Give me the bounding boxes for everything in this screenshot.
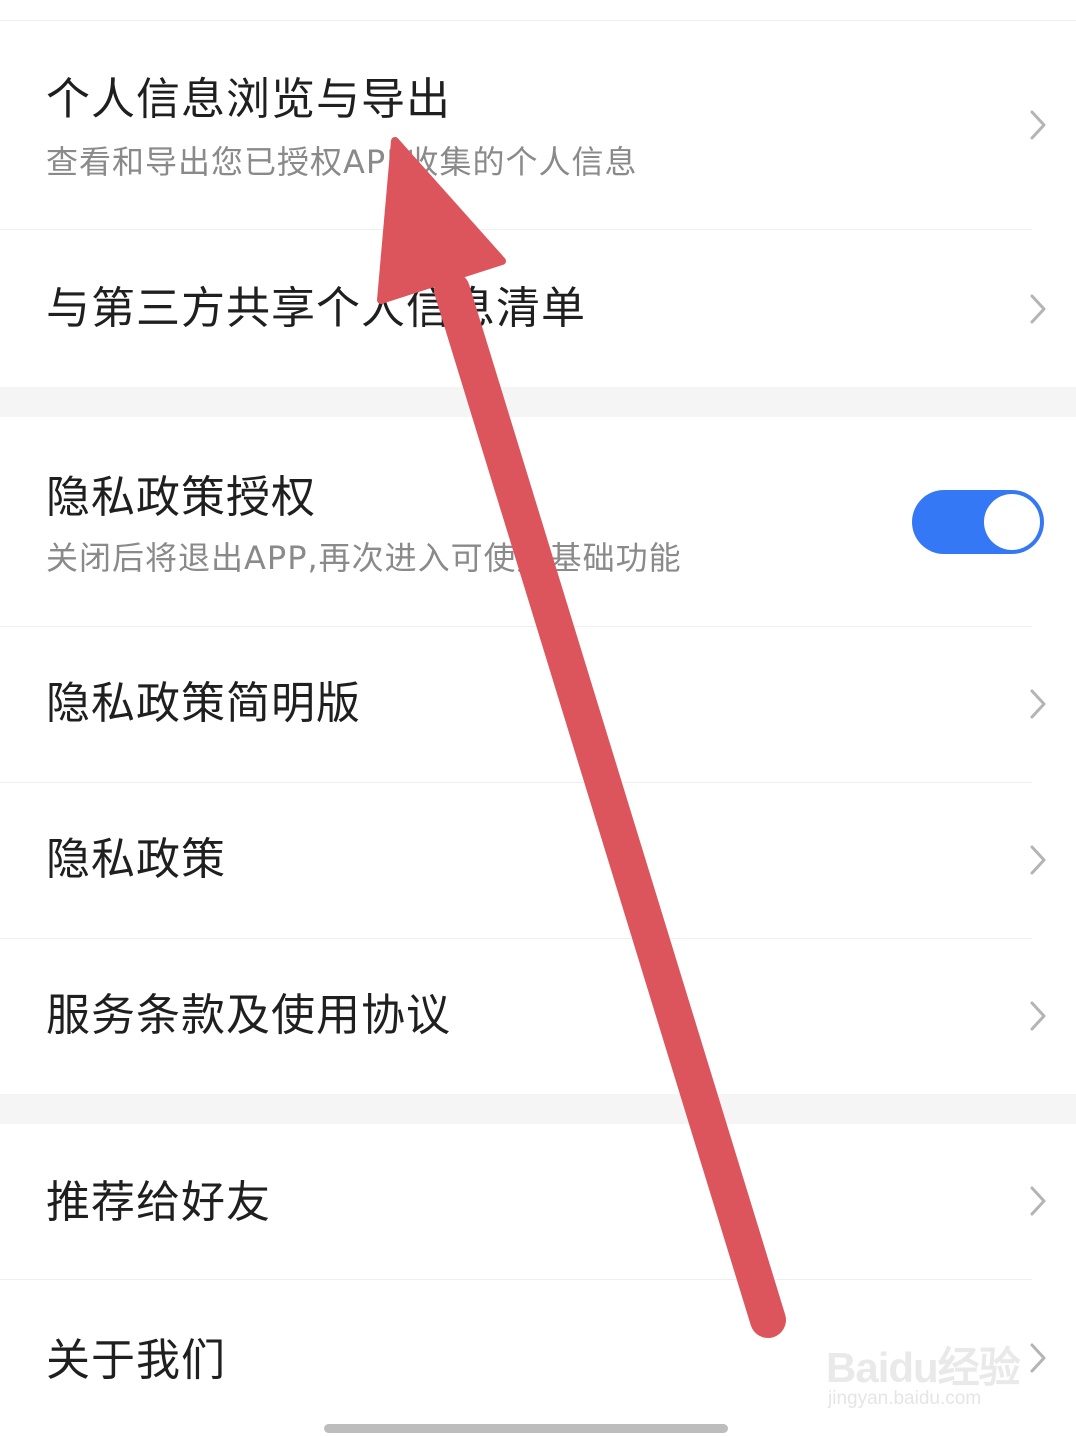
terms-row[interactable]: 服务条款及使用协议 [0, 939, 1076, 1094]
personal-info-subtitle: 查看和导出您已授权APP收集的个人信息 [46, 143, 638, 181]
recommend-row[interactable]: 推荐给好友 [0, 1124, 1076, 1279]
section-gap [0, 387, 1076, 417]
chevron-right-icon [1028, 109, 1048, 141]
watermark-url: jingyan.baidu.com [828, 1388, 982, 1409]
personal-info-title: 个人信息浏览与导出 [46, 74, 451, 125]
privacy-policy-row[interactable]: 隐私政策 [0, 783, 1076, 938]
chevron-right-icon [1028, 1185, 1048, 1217]
privacy-brief-row[interactable]: 隐私政策简明版 [0, 627, 1076, 782]
privacy-auth-row: 隐私政策授权 关闭后将退出APP,再次进入可使用基础功能 [0, 417, 1076, 626]
chevron-right-icon [1028, 1000, 1048, 1032]
about-title: 关于我们 [46, 1335, 226, 1386]
privacy-policy-title: 隐私政策 [46, 834, 226, 885]
privacy-auth-title: 隐私政策授权 [46, 472, 316, 523]
third-party-row[interactable]: 与第三方共享个人信息清单 [0, 230, 1076, 387]
chevron-right-icon [1028, 844, 1048, 876]
privacy-auth-toggle[interactable] [912, 490, 1044, 554]
recommend-title: 推荐给好友 [46, 1177, 271, 1228]
settings-screen: 个人信息浏览与导出 查看和导出您已授权APP收集的个人信息 与第三方共享个人信息… [0, 0, 1076, 1436]
terms-title: 服务条款及使用协议 [46, 990, 451, 1041]
watermark-logo: Baidu经验 [826, 1344, 1021, 1391]
toggle-knob [984, 494, 1040, 550]
third-party-title: 与第三方共享个人信息清单 [46, 283, 586, 334]
privacy-auth-subtitle: 关闭后将退出APP,再次进入可使用基础功能 [46, 539, 682, 577]
home-indicator [324, 1424, 728, 1433]
section-gap [0, 1094, 1076, 1124]
personal-info-row[interactable]: 个人信息浏览与导出 查看和导出您已授权APP收集的个人信息 [0, 21, 1076, 229]
chevron-right-icon [1028, 293, 1048, 325]
chevron-right-icon [1028, 688, 1048, 720]
privacy-brief-title: 隐私政策简明版 [46, 678, 361, 729]
baidu-watermark: Baidu经验 jingyan.baidu.com [822, 1316, 1022, 1416]
chevron-right-icon [1028, 1342, 1048, 1374]
